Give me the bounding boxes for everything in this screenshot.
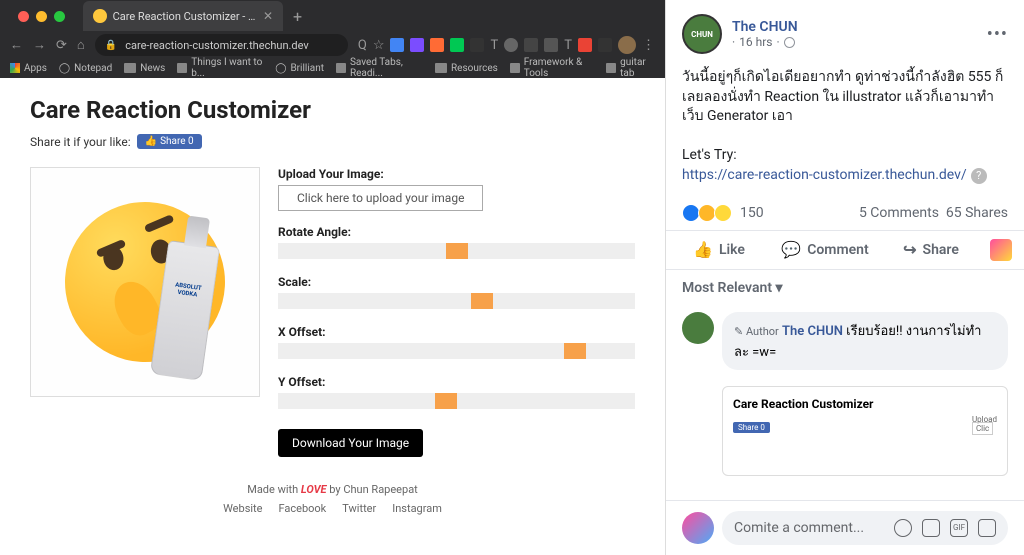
comments-count[interactable]: 5 Comments [859, 205, 939, 221]
star-icon[interactable]: ☆ [373, 38, 385, 53]
haha-reaction-icon [714, 204, 732, 222]
tab-close-icon[interactable]: ✕ [263, 9, 273, 23]
rotate-slider[interactable] [278, 243, 635, 259]
commenter-name[interactable]: The CHUN [782, 324, 843, 339]
address-bar[interactable]: 🔒 care-reaction-customizer.thechun.dev [95, 34, 348, 56]
minimize-window-icon[interactable] [36, 11, 47, 22]
ext-icon[interactable] [390, 38, 404, 52]
close-window-icon[interactable] [18, 11, 29, 22]
footer: Made with LOVE by Chun Rapeepat Website … [30, 483, 635, 515]
footer-link[interactable]: Twitter [342, 502, 376, 515]
page-title: Care Reaction Customizer [30, 96, 635, 124]
ext-icon[interactable] [430, 38, 444, 52]
scale-slider[interactable] [278, 293, 635, 309]
profile-avatar-icon[interactable] [618, 36, 636, 54]
help-badge-icon[interactable]: ? [971, 168, 987, 184]
footer-link[interactable]: Instagram [392, 502, 442, 515]
thumb-up-icon: 👍 [693, 240, 713, 259]
ext-icon[interactable] [450, 38, 464, 52]
ext-icon[interactable] [470, 38, 484, 52]
link-preview-card[interactable]: Care Reaction Customizer Share 0 UploadC… [722, 386, 1008, 476]
url-text: care-reaction-customizer.thechun.dev [125, 39, 309, 52]
xoffset-slider[interactable] [278, 343, 635, 359]
post-timestamp: · 16 hrs · [732, 35, 977, 49]
author-name[interactable]: The CHUN [732, 19, 977, 35]
bookmark-folder[interactable]: News [124, 63, 165, 74]
commenter-avatar[interactable] [682, 312, 714, 344]
sticker-icon[interactable] [978, 519, 996, 537]
extension-icons: Q ☆ T T ⋮ [358, 36, 655, 54]
home-icon[interactable]: ⌂ [77, 37, 85, 53]
ext-icon[interactable] [578, 38, 592, 52]
ext-icon[interactable] [410, 38, 424, 52]
reload-icon[interactable]: ⟳ [56, 38, 67, 53]
page-content: Care Reaction Customizer Share it if you… [0, 78, 665, 555]
comment-icon: 💬 [781, 240, 801, 259]
comment-filter[interactable]: Most Relevant ▾ [666, 270, 1024, 306]
user-avatar[interactable] [682, 512, 714, 544]
menu-icon[interactable]: ⋮ [642, 38, 655, 53]
apps-bookmark[interactable]: Apps [10, 63, 47, 74]
back-icon[interactable]: ← [10, 37, 23, 53]
upload-label: Upload Your Image: [278, 167, 635, 181]
bookmark-folder[interactable]: Things I want to b... [177, 57, 263, 79]
bookmark-folder[interactable]: Saved Tabs, Readi... [336, 57, 423, 79]
reactions-summary[interactable]: 150 [682, 204, 764, 222]
lock-icon: 🔒 [105, 40, 117, 51]
window-controls[interactable] [8, 11, 75, 22]
author-badge: ✎ Author [734, 325, 779, 338]
ext-icon[interactable] [544, 38, 558, 52]
xoffset-label: X Offset: [278, 325, 635, 339]
reaction-picker-button[interactable] [990, 239, 1012, 261]
ext-icon[interactable] [504, 38, 518, 52]
footer-link[interactable]: Website [223, 502, 262, 515]
yoffset-slider[interactable] [278, 393, 635, 409]
ext-icon[interactable] [598, 38, 612, 52]
share-icon: ↪ [903, 240, 916, 259]
bookmark-item[interactable]: ◯Brilliant [275, 63, 324, 74]
ext-icon[interactable] [524, 38, 538, 52]
author-avatar[interactable]: CHUN [682, 14, 722, 54]
new-tab-button[interactable]: + [283, 7, 312, 26]
favicon-icon [93, 9, 107, 23]
comment-input[interactable]: Comite a comment... GIF [722, 511, 1008, 545]
search-ext-icon[interactable]: Q [358, 38, 367, 53]
share-label: Share it if your like: [30, 135, 131, 149]
ext-icon[interactable]: T [490, 38, 498, 53]
upload-button[interactable]: Click here to upload your image [278, 185, 483, 211]
rotate-label: Rotate Angle: [278, 225, 635, 239]
post-body: วันนี้อยู่ๆก็เกิดไอเดียอยากทำ ดูท่าช่วงน… [666, 68, 1024, 196]
bookmark-folder[interactable]: guitar tab [606, 57, 655, 79]
forward-icon[interactable]: → [33, 37, 46, 53]
camera-icon[interactable] [922, 519, 940, 537]
tab-title: Care Reaction Customizer - Ch [113, 10, 257, 23]
emoji-icon[interactable] [894, 519, 912, 537]
globe-icon [784, 37, 795, 48]
browser-chrome: Care Reaction Customizer - Ch ✕ + ← → ⟳ … [0, 0, 665, 78]
post-link[interactable]: https://care-reaction-customizer.thechun… [682, 167, 967, 183]
like-button[interactable]: 👍Like [666, 231, 772, 269]
scale-label: Scale: [278, 275, 635, 289]
bookmarks-bar: Apps ◯Notepad News Things I want to b...… [0, 58, 665, 78]
download-button[interactable]: Download Your Image [278, 429, 423, 457]
yoffset-label: Y Offset: [278, 375, 635, 389]
share-button[interactable]: ↪Share [878, 231, 984, 269]
fb-share-button[interactable]: 👍Share 0 [137, 134, 202, 149]
reaction-count: 150 [740, 205, 764, 221]
maximize-window-icon[interactable] [54, 11, 65, 22]
facebook-post-panel: CHUN The CHUN · 16 hrs · ••• วันนี้อยู่ๆ… [665, 0, 1024, 555]
post-menu-button[interactable]: ••• [987, 24, 1008, 45]
comment-item: ✎ Author The CHUN เรียบร้อย!! งานการไม่ท… [666, 306, 1024, 376]
preview-canvas: ABSOLUT VODKA [30, 167, 260, 397]
bookmark-folder[interactable]: Framework & Tools [510, 57, 594, 79]
footer-link[interactable]: Facebook [278, 502, 326, 515]
comment-button[interactable]: 💬Comment [772, 231, 878, 269]
gif-icon[interactable]: GIF [950, 519, 968, 537]
bookmark-folder[interactable]: Resources [435, 63, 498, 74]
ext-icon[interactable]: T [564, 38, 572, 53]
bookmark-item[interactable]: ◯Notepad [59, 63, 112, 74]
browser-tab[interactable]: Care Reaction Customizer - Ch ✕ [83, 1, 283, 31]
shares-count[interactable]: 65 Shares [946, 205, 1008, 221]
